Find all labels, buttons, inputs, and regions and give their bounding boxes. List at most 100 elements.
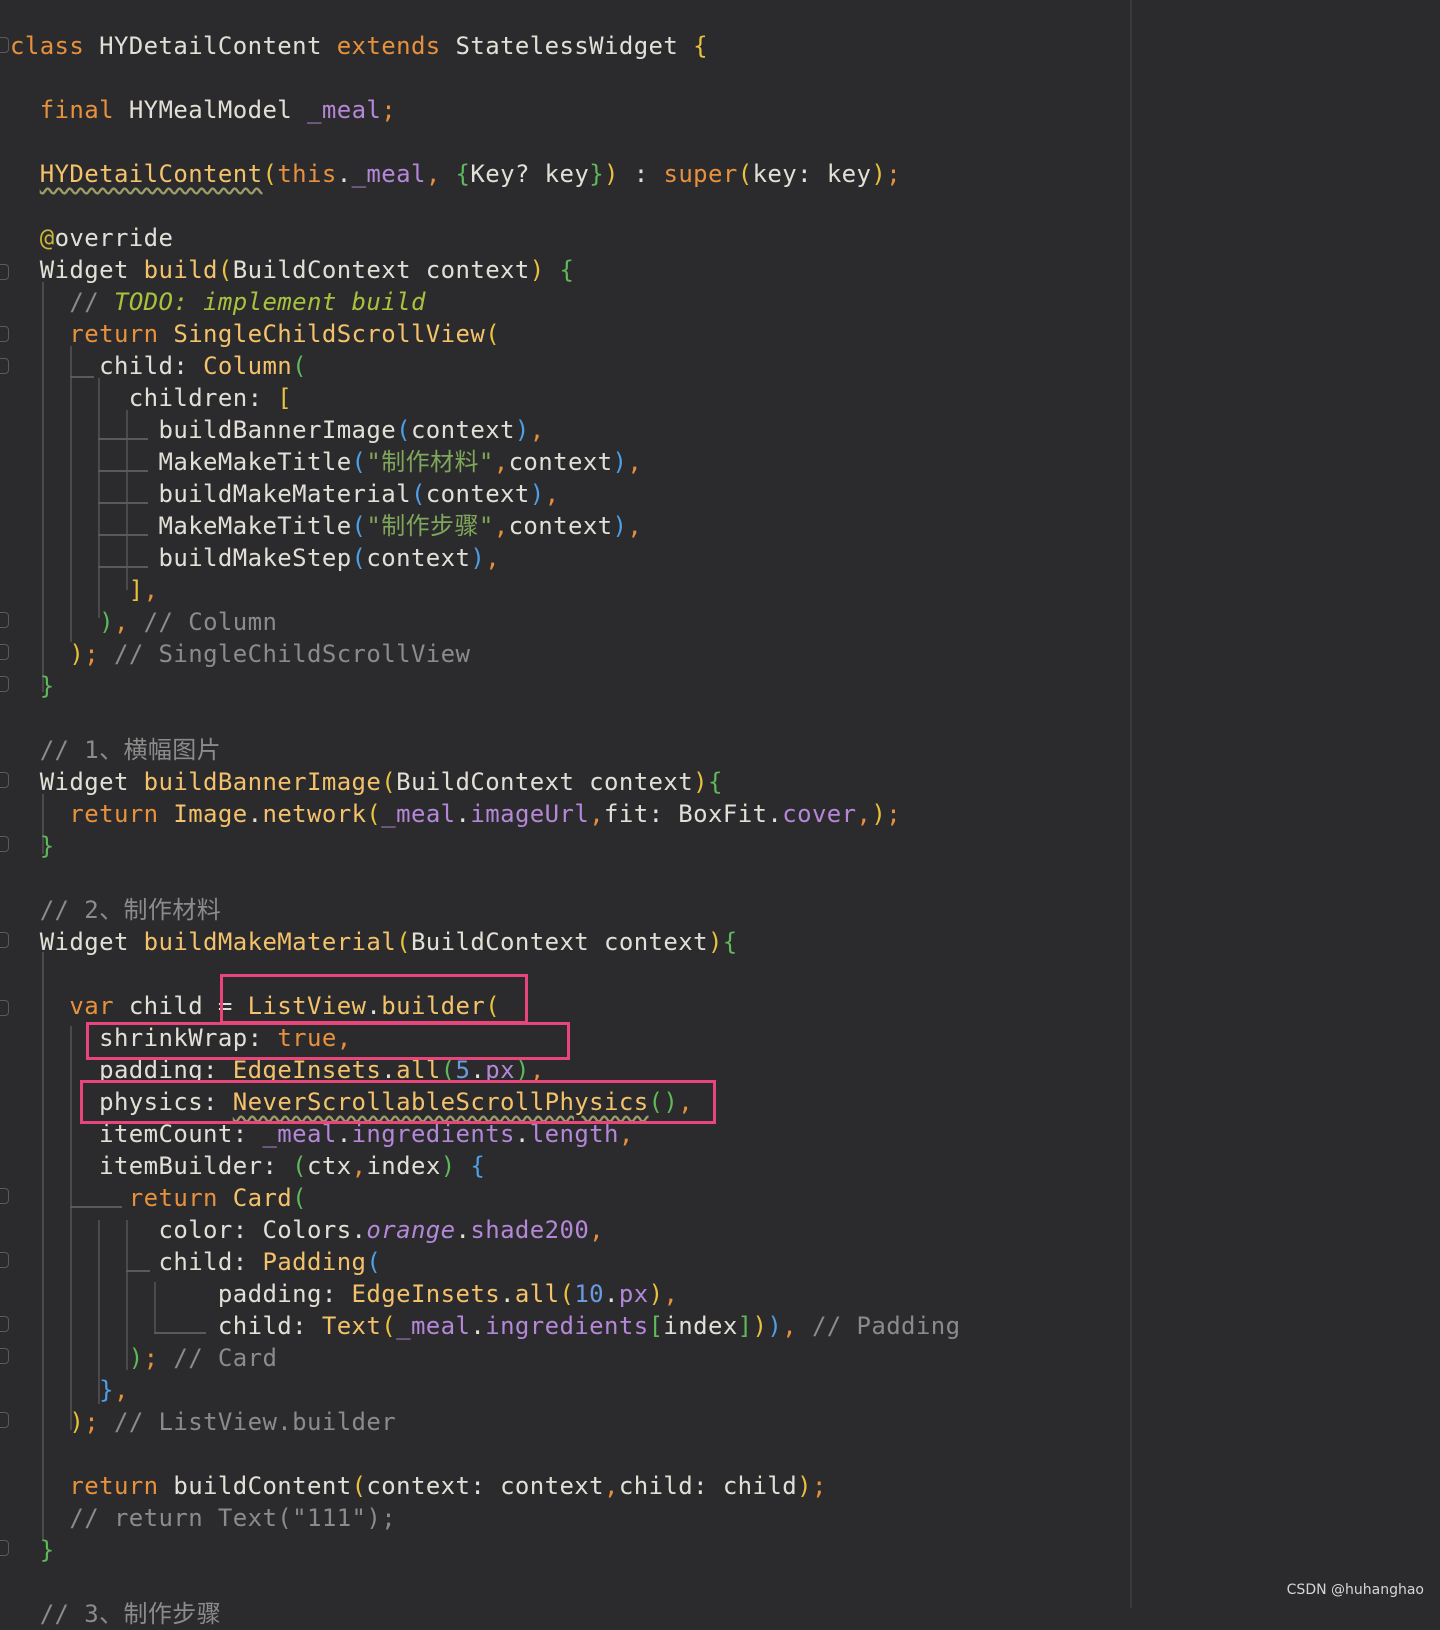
code-token: ( (262, 160, 278, 188)
code-line[interactable]: // 2、制作材料 (10, 894, 221, 926)
code-line[interactable]: Widget build(BuildContext context) { (10, 254, 574, 286)
code-token: TODO: implement build (113, 288, 426, 316)
code-line[interactable]: children: [ (10, 382, 292, 414)
fold-marker-icon[interactable] (0, 326, 9, 342)
code-token: , (589, 1216, 605, 1244)
code-line[interactable]: class HYDetailContent extends StatelessW… (10, 30, 708, 62)
code-token: { (693, 32, 708, 60)
code-line[interactable]: final HYMealModel _meal; (10, 94, 396, 126)
code-token: itemCount: (99, 1120, 263, 1148)
code-token: ) (797, 1472, 812, 1500)
code-line[interactable]: child: Column( (10, 350, 307, 382)
fold-marker-icon[interactable] (0, 612, 9, 628)
code-line[interactable]: MakeMakeTitle("制作材料",context), (10, 446, 642, 478)
fold-marker-icon[interactable] (0, 1000, 9, 1016)
code-token: ( (351, 448, 367, 476)
code-token: ( (396, 416, 411, 444)
code-line[interactable]: return Card( (10, 1182, 307, 1214)
code-token: context (425, 480, 530, 508)
code-line[interactable]: return buildContent(context: context,chi… (10, 1470, 827, 1502)
fold-marker-icon[interactable] (0, 1316, 9, 1332)
code-line[interactable]: ); // Card (10, 1342, 277, 1374)
code-line[interactable]: // return Text("111"); (10, 1502, 396, 1534)
code-token: orange (366, 1216, 456, 1244)
code-token: "制作材料" (366, 448, 494, 476)
code-token: , (589, 800, 605, 828)
fold-marker-icon[interactable] (0, 932, 9, 948)
fold-marker-icon[interactable] (0, 1188, 9, 1204)
fold-marker-icon[interactable] (0, 264, 9, 280)
code-line[interactable]: padding: EdgeInsets.all(10.px), (10, 1278, 678, 1310)
code-token: children: (128, 384, 278, 412)
code-token: ) (707, 928, 723, 956)
code-token: var (69, 992, 129, 1020)
code-token: { (722, 928, 738, 956)
code-line[interactable]: // 3、制作步骤 (10, 1598, 221, 1630)
code-line[interactable]: MakeMakeTitle("制作步骤",context), (10, 510, 642, 542)
code-token: ( (292, 1184, 308, 1212)
fold-marker-icon[interactable] (0, 772, 9, 788)
code-token: ingredients (351, 1120, 515, 1148)
fold-marker-icon[interactable] (0, 836, 9, 852)
code-token: cover (782, 800, 857, 828)
code-token: } (589, 160, 605, 188)
code-token: StatelessWidget (455, 32, 694, 60)
code-token: : (618, 160, 664, 188)
code-line[interactable]: return Image.network(_meal.imageUrl,fit:… (10, 798, 901, 830)
fold-marker-icon[interactable] (0, 1252, 9, 1268)
code-line[interactable]: } (10, 1534, 55, 1566)
code-token: ( (292, 1152, 308, 1180)
fold-marker-icon[interactable] (0, 1348, 9, 1364)
code-token: MakeMakeTitle (158, 448, 352, 476)
code-token: imageUrl (470, 800, 590, 828)
code-line[interactable]: HYDetailContent(this._meal, {Key? key}) … (10, 158, 901, 190)
code-token: , (782, 1312, 812, 1340)
code-token: child: (217, 1312, 322, 1340)
code-line[interactable]: return SingleChildScrollView( (10, 318, 500, 350)
fold-marker-icon[interactable] (0, 676, 9, 692)
code-token: class (10, 32, 100, 60)
code-line[interactable]: child: Padding( (10, 1246, 381, 1278)
code-token: Colors. (262, 1216, 367, 1244)
fold-marker-icon[interactable] (0, 37, 9, 53)
code-token: // SingleChildScrollView (113, 640, 471, 668)
fold-marker-icon[interactable] (0, 644, 9, 660)
code-line[interactable]: Widget buildMakeMaterial(BuildContext co… (10, 926, 738, 958)
code-token: ) (648, 1280, 664, 1308)
code-line[interactable]: buildMakeStep(context), (10, 542, 500, 574)
code-line[interactable]: } (10, 830, 55, 862)
code-token: ) (440, 1152, 456, 1180)
code-line[interactable]: Widget buildBannerImage(BuildContext con… (10, 766, 723, 798)
code-token: , (618, 1120, 634, 1148)
code-line[interactable]: // TODO: implement build (10, 286, 426, 318)
code-token: . (514, 1120, 530, 1148)
code-lines[interactable]: class HYDetailContent extends StatelessW… (10, 0, 1120, 1628)
code-token: . (247, 800, 263, 828)
code-line[interactable]: ), // Column (10, 606, 277, 638)
code-line[interactable]: ], (10, 574, 159, 606)
code-line[interactable]: color: Colors.orange.shade200, (10, 1214, 604, 1246)
code-token: SingleChildScrollView (173, 320, 486, 348)
code-line[interactable]: }, (10, 1374, 129, 1406)
code-line[interactable]: itemBuilder: (ctx,index) { (10, 1150, 485, 1182)
code-line[interactable]: } (10, 670, 55, 702)
code-line[interactable]: @override (10, 222, 173, 254)
fold-marker-icon[interactable] (0, 358, 9, 374)
code-line[interactable]: ); // ListView.builder (10, 1406, 396, 1438)
code-editor[interactable]: class HYDetailContent extends StatelessW… (0, 0, 1440, 1628)
code-token: "制作步骤" (366, 512, 494, 540)
code-line[interactable]: buildBannerImage(context), (10, 414, 545, 446)
code-token: } (39, 832, 55, 860)
code-line[interactable]: buildMakeMaterial(context), (10, 478, 560, 510)
code-token: ( (559, 1280, 575, 1308)
fold-marker-icon[interactable] (0, 1412, 9, 1428)
code-line[interactable]: // 1、横幅图片 (10, 734, 221, 766)
code-line[interactable]: child: Text(_meal.ingredients[index])), … (10, 1310, 960, 1342)
code-token: // (69, 288, 114, 316)
fold-marker-icon[interactable] (0, 1540, 9, 1556)
code-line[interactable]: ); // SingleChildScrollView (10, 638, 470, 670)
code-token: _meal (381, 800, 456, 828)
code-token: . (470, 1312, 486, 1340)
